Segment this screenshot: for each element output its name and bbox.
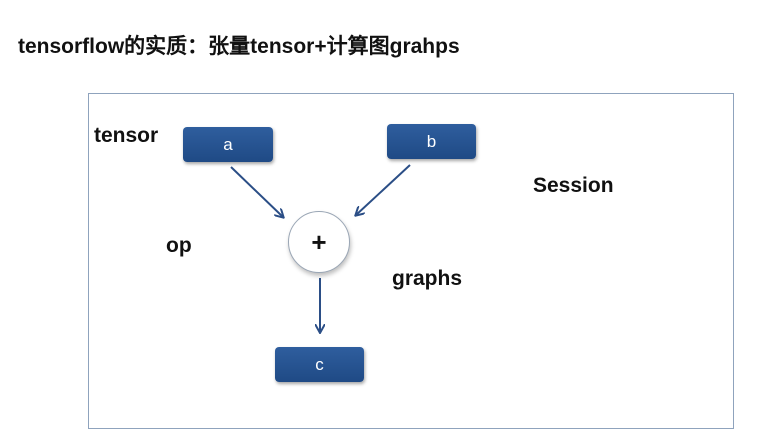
tensor-node-a: a (183, 127, 273, 162)
diagram-arrows (230, 164, 411, 439)
tensor-node-c: c (275, 347, 364, 382)
arrow-b-to-op (356, 164, 411, 215)
arrow-a-to-op (230, 166, 283, 217)
tensor-node-b: b (387, 124, 476, 159)
add-op-node: + (288, 211, 350, 273)
